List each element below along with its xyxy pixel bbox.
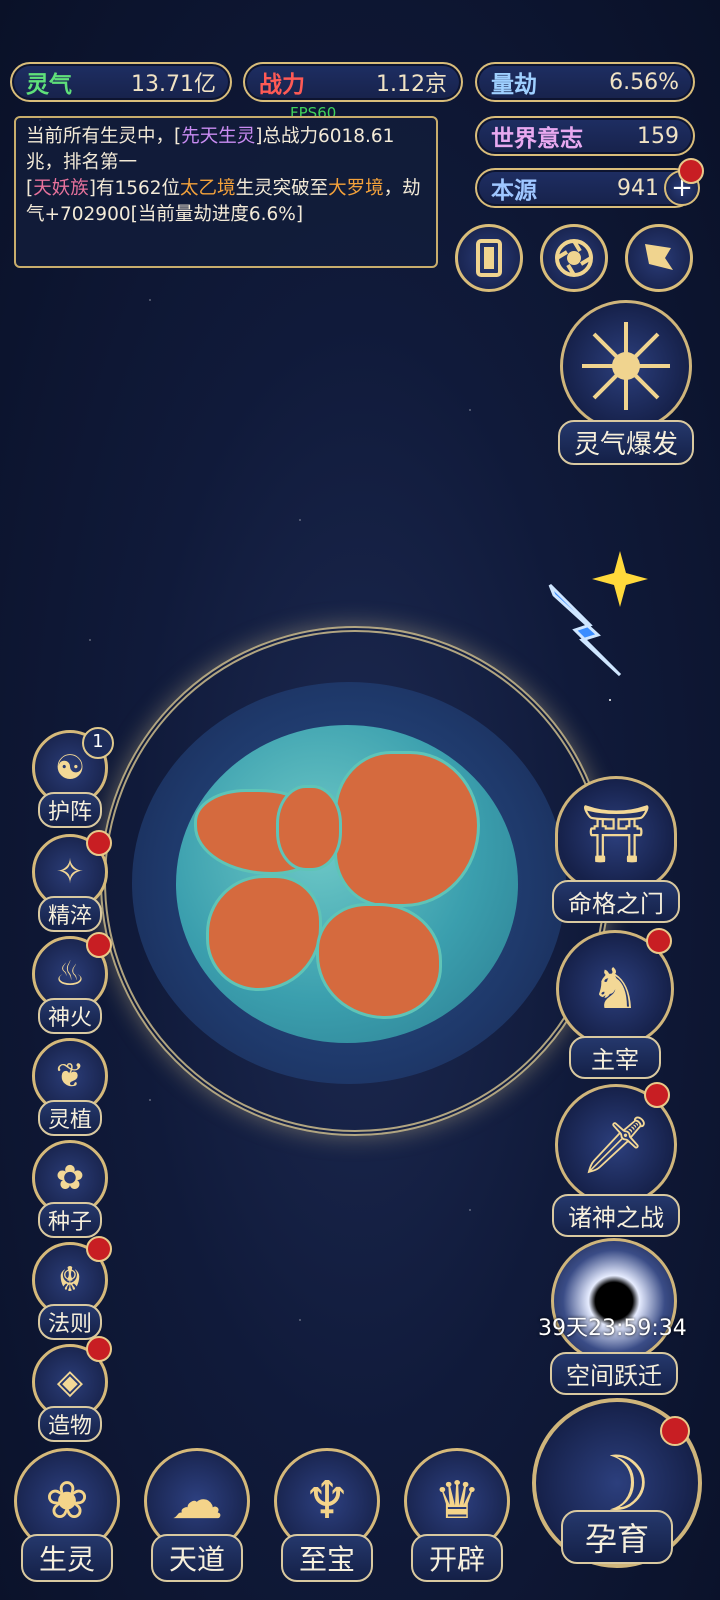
side-item-label: 法则 — [37, 1304, 102, 1340]
origin-label: 本源 — [491, 178, 537, 204]
refine-alert-dot — [86, 830, 112, 856]
law-alert-dot — [86, 1236, 112, 1262]
fate-gate-label: 命格之门 — [552, 880, 680, 923]
log-highlight: 大罗境 — [328, 178, 384, 199]
nav-label: 生灵 — [20, 1534, 113, 1582]
gods-war-alert-dot — [644, 1082, 670, 1108]
zhanli-label: 战力 — [259, 72, 305, 98]
continent-southwest — [206, 875, 322, 991]
lightning-event-icon[interactable] — [520, 545, 660, 685]
space-jump-label: 空间跃迁 — [550, 1352, 678, 1395]
log-highlight: 天妖族 — [33, 178, 89, 199]
ruler-label: 主宰 — [569, 1036, 661, 1079]
side-item-label: 造物 — [37, 1406, 102, 1442]
log-text: ]有1562位 — [88, 178, 181, 199]
nav-creatures[interactable]: ❀ 生灵 — [14, 1448, 120, 1582]
protect-count-badge: 1 — [82, 727, 114, 759]
world-will-stat[interactable]: 世界意志 159 — [475, 116, 695, 156]
origin-stat[interactable]: 本源 941 — [475, 168, 695, 208]
nav-develop[interactable]: ♛ 开辟 — [404, 1448, 510, 1582]
vortex-icon — [555, 239, 593, 277]
scroll-button[interactable] — [455, 224, 523, 292]
fire-alert-dot — [86, 932, 112, 958]
zhanli-stat[interactable]: 战力 1.12京 — [243, 62, 463, 102]
lingqi-label: 灵气 — [26, 72, 72, 98]
spirit-burst-button[interactable]: 灵气爆发 — [558, 300, 695, 465]
liangjie-label: 量劫 — [491, 72, 537, 98]
side-item-label: 护阵 — [37, 792, 102, 828]
nurture-alert-dot — [660, 1416, 690, 1446]
scroll-icon — [476, 239, 502, 277]
black-hole-icon — [551, 1238, 677, 1364]
ruler-alert-dot — [646, 928, 672, 954]
liangjie-stat[interactable]: 量劫 6.56% — [475, 62, 695, 102]
zhanli-value: 1.12京 — [376, 72, 447, 97]
spirit-burst-label: 灵气爆发 — [558, 420, 695, 465]
side-item-label: 灵植 — [37, 1100, 102, 1136]
nav-label: 至宝 — [280, 1534, 373, 1582]
burst-star-icon — [582, 322, 670, 410]
side-item-spirit-plant[interactable]: ❦ 灵植 — [26, 1038, 114, 1136]
nurture-label: 孕育 — [560, 1510, 673, 1564]
origin-alert-dot — [678, 158, 704, 184]
gods-war-label: 诸神之战 — [552, 1194, 680, 1237]
side-item-label: 精淬 — [37, 896, 102, 932]
log-text: 当前所有生灵中，[ — [26, 126, 182, 147]
continent-south — [316, 903, 442, 1019]
world-will-label: 世界意志 — [491, 126, 583, 152]
origin-value: 941 — [617, 175, 659, 201]
flag-button[interactable] — [625, 224, 693, 292]
nav-label: 天道 — [150, 1534, 243, 1582]
side-item-seed[interactable]: ✿ 种子 — [26, 1140, 114, 1238]
fate-gate-button[interactable]: ⛩ 命格之门 — [552, 776, 680, 923]
lingqi-stat[interactable]: 灵气 13.71亿 — [10, 62, 232, 102]
lingqi-value: 13.71亿 — [131, 72, 216, 97]
log-highlight: 先天生灵 — [181, 126, 256, 147]
vortex-button[interactable] — [540, 224, 608, 292]
log-line-ranking: 当前所有生灵中，[先天生灵]总战力6018.61兆，排名第一 — [26, 124, 426, 176]
log-text: 生灵突破至 — [235, 178, 329, 199]
nav-label: 开辟 — [410, 1534, 503, 1582]
log-highlight: 太乙境 — [180, 178, 236, 199]
gate-icon: ⛩ — [555, 776, 677, 892]
side-item-label: 神火 — [37, 998, 102, 1034]
nav-heaven-dao[interactable]: ☁ 天道 — [144, 1448, 250, 1582]
log-line-breakthrough: [天妖族]有1562位太乙境生灵突破至大罗境，劫气+702900[当前量劫进度6… — [26, 176, 426, 228]
flag-icon — [645, 244, 673, 270]
space-jump-timer: 39天23:59:34 — [538, 1316, 687, 1341]
continent-north — [334, 751, 480, 907]
event-log: 当前所有生灵中，[先天生灵]总战力6018.61兆，排名第一 [天妖族]有156… — [14, 116, 438, 268]
continent-center — [276, 785, 342, 871]
world-planet[interactable] — [176, 725, 518, 1043]
world-will-value: 159 — [637, 123, 679, 149]
spirit-burst-emblem — [560, 300, 692, 432]
liangjie-value: 6.56% — [609, 69, 679, 95]
creation-alert-dot — [86, 1336, 112, 1362]
nav-treasure[interactable]: ♆ 至宝 — [274, 1448, 380, 1582]
side-item-label: 种子 — [37, 1202, 102, 1238]
